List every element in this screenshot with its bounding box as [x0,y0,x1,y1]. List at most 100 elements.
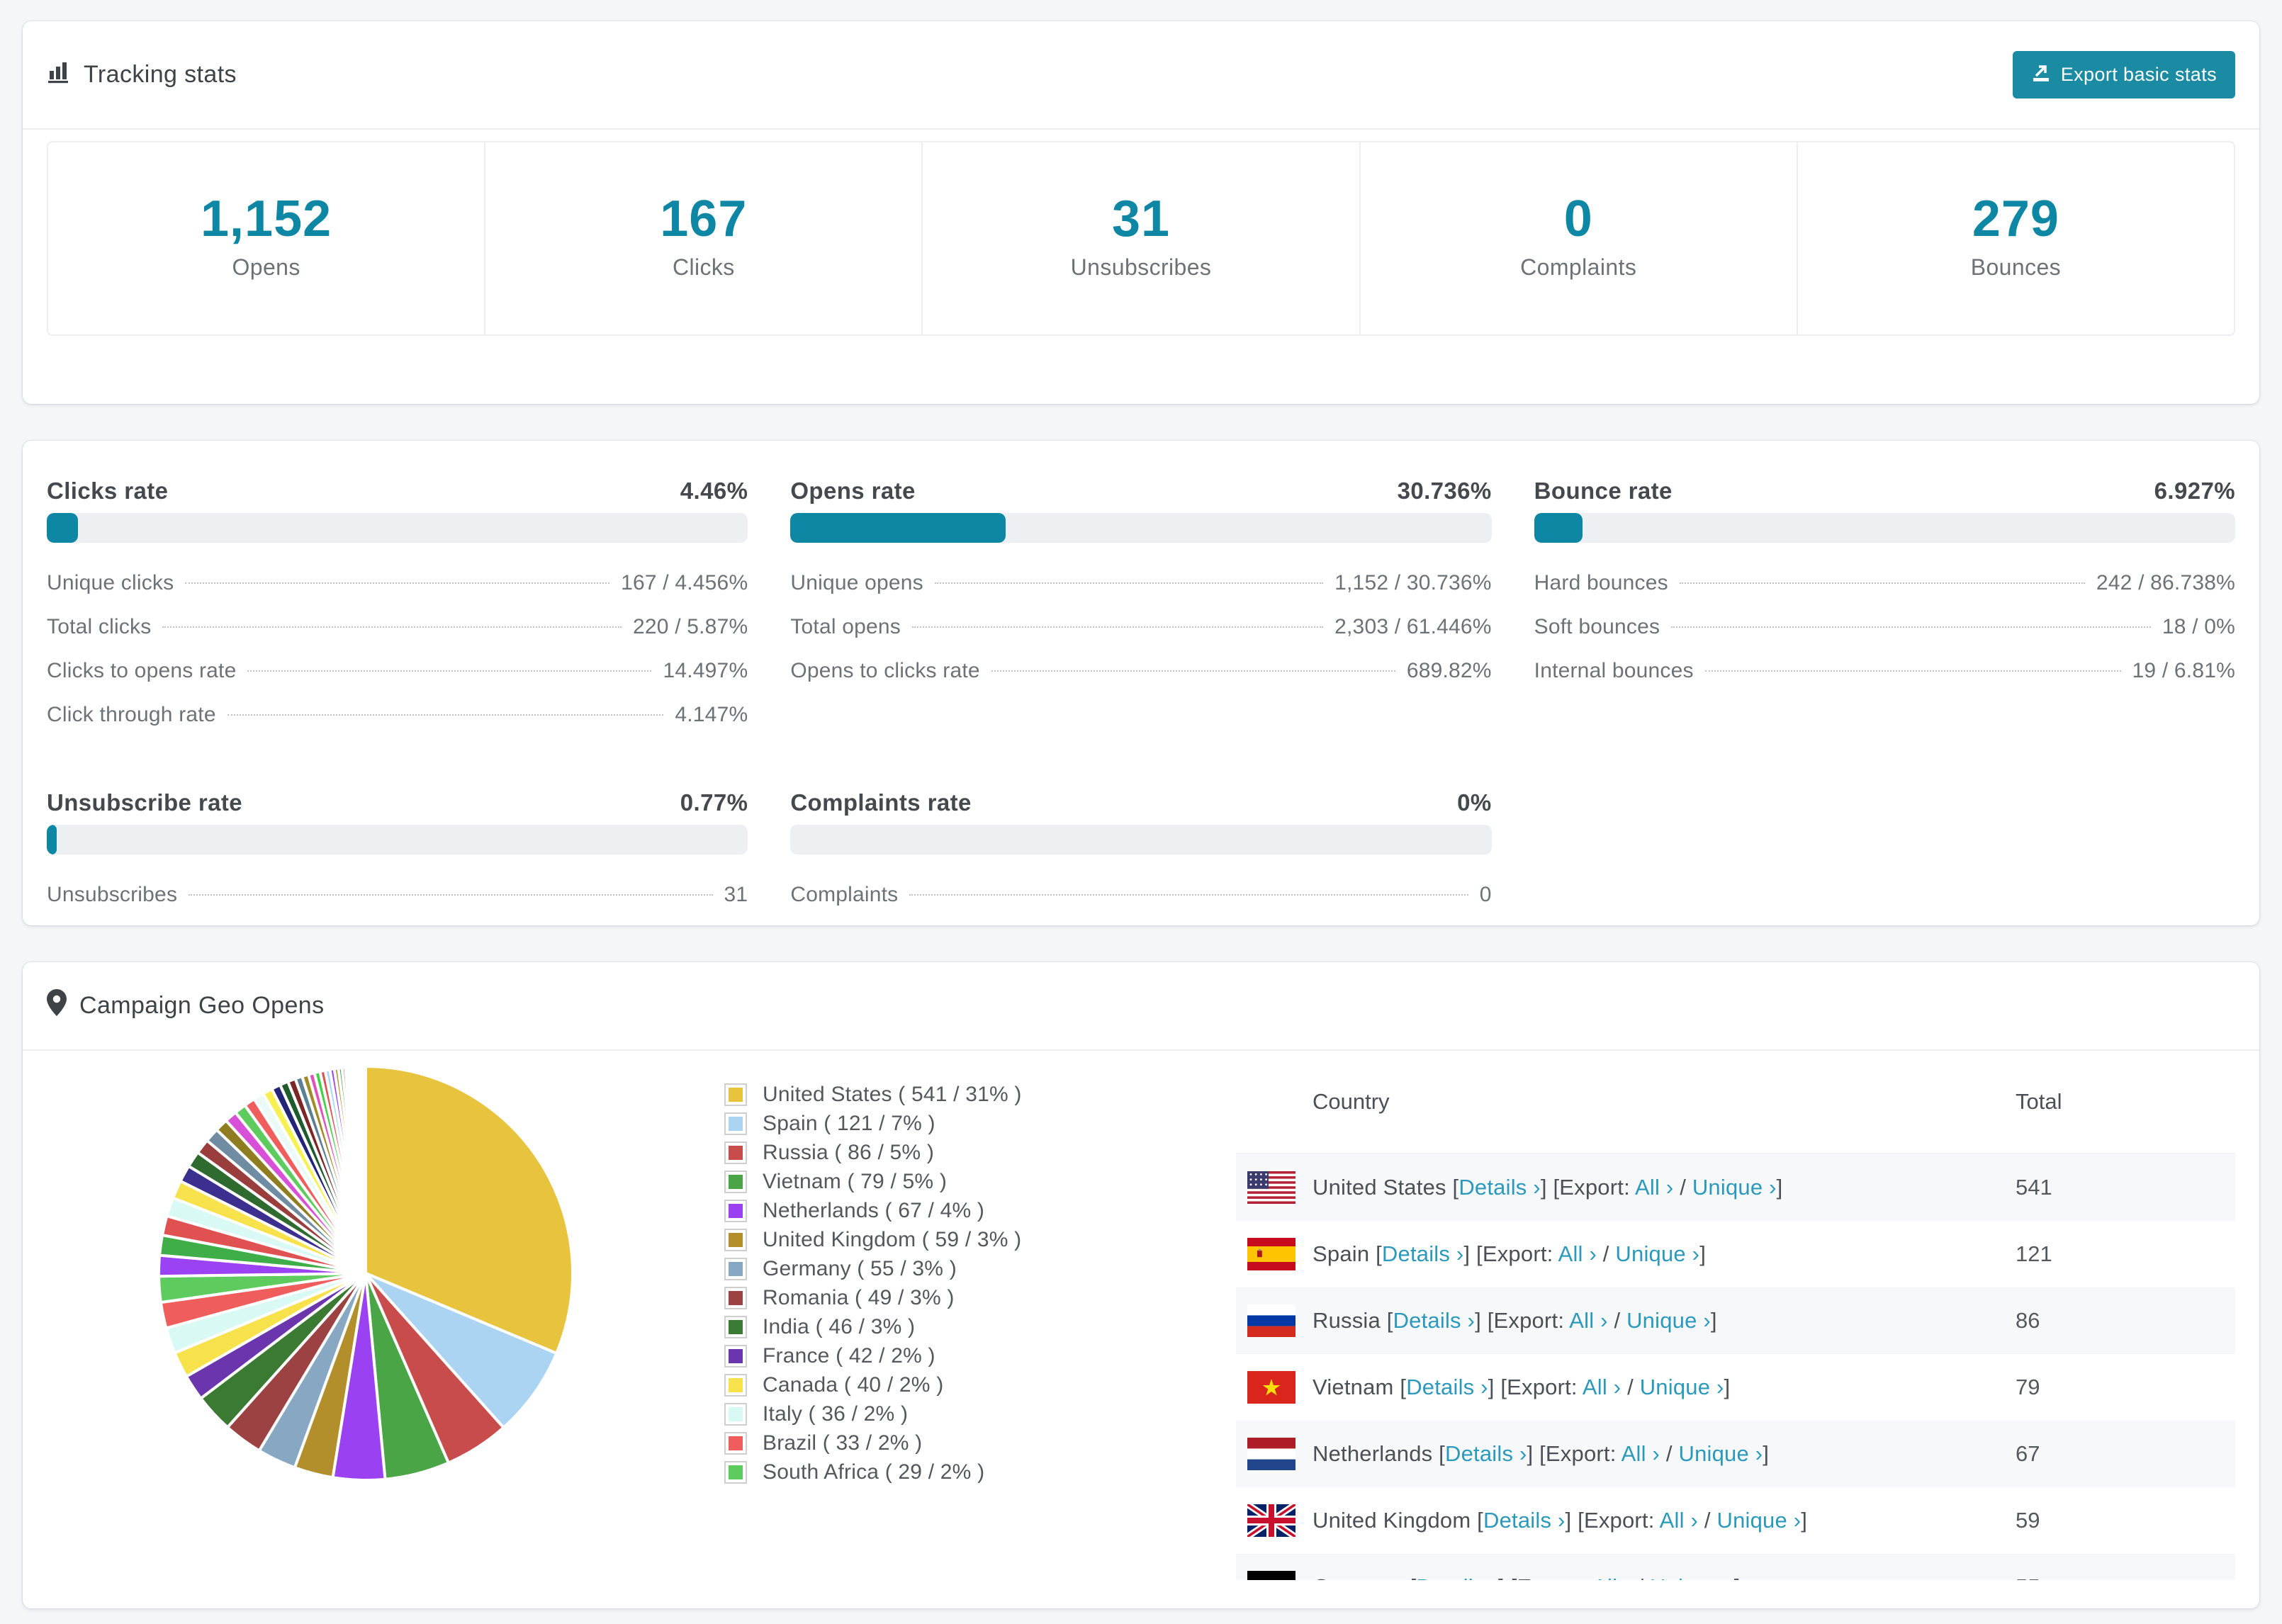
rate-rows: Unique clicks 167 / 4.456% Total clicks 220… [47,561,748,737]
flag-vn-icon [1247,1371,1295,1404]
rate-head: Clicks rate 4.46% [47,478,748,504]
export-unique-link[interactable]: Unique › [1692,1175,1777,1200]
export-all-link[interactable]: All › [1569,1308,1607,1333]
details-link[interactable]: Details › [1445,1441,1527,1466]
slash-separator: / [1631,1574,1651,1599]
rate-head: Bounce rate 6.927% [1534,478,2235,504]
dotted-leader [247,670,652,672]
export-basic-stats-button[interactable]: Export basic stats [2012,51,2235,98]
details-link[interactable]: Details › [1417,1574,1499,1599]
rate-row-value: 0 [1479,883,1492,906]
rate-row-label: Unsubscribes [47,883,178,906]
legend-swatch [724,1229,747,1251]
stats-row: 1,152 Opens 167 Clicks 31 Unsubscribes 0 Compla… [47,141,2235,336]
details-link[interactable]: Details › [1382,1241,1464,1266]
export-all-link[interactable]: All › [1635,1175,1673,1200]
rate-title: Complaints rate [790,789,972,816]
rate-title: Clicks rate [47,478,169,504]
legend-swatch [724,1432,747,1455]
rate-row: Clicks to opens rate 14.497% [47,649,748,693]
rate-row: Complaints 0 [790,873,1491,917]
stat-label: Complaints [1520,254,1637,280]
country-cell: Germany [Details ›] [Export: All › / Uni… [1313,1574,2016,1600]
legend-label: South Africa ( 29 / 2% ) [763,1460,985,1484]
rate-value: 30.736% [1397,478,1492,504]
total-cell: 86 [2016,1308,2040,1333]
legend-item: Germany ( 55 / 3% ) [724,1258,1236,1280]
export-label: ] [Export: [1565,1508,1660,1533]
rate-value: 0.77% [680,789,748,816]
stat-value: 31 [1111,191,1171,247]
table-row: Germany [Details ›] [Export: All › / Uni… [1236,1554,2235,1608]
details-link[interactable]: Details › [1393,1308,1476,1333]
rate-title: Unsubscribe rate [47,789,242,816]
rate-rows: Unsubscribes 31 [47,873,748,917]
export-all-link[interactable]: All › [1592,1574,1631,1599]
column-header-total: Total [2016,1089,2062,1114]
export-unique-link[interactable]: Unique › [1717,1508,1802,1533]
bar-chart-icon [47,60,71,90]
rate-progress-fill [790,513,1006,543]
rate-row: Unique opens 1,152 / 30.736% [790,561,1491,605]
rate-row-value: 4.147% [675,703,748,726]
export-all-link[interactable]: All › [1558,1241,1597,1266]
legend-item: South Africa ( 29 / 2% ) [724,1461,1236,1484]
rate-row: Unique clicks 167 / 4.456% [47,561,748,605]
details-link[interactable]: Details › [1406,1375,1488,1399]
export-unique-link[interactable]: Unique › [1650,1574,1734,1599]
stats-wrap: 1,152 Opens 167 Clicks 31 Unsubscribes 0 Compla… [23,130,2259,404]
dotted-leader [189,894,713,896]
flag-ru-icon [1247,1304,1295,1337]
legend-label: Canada ( 40 / 2% ) [763,1373,944,1397]
export-all-link[interactable]: All › [1621,1441,1660,1466]
rate-rows: Complaints 0 [790,873,1491,917]
geo-header: Campaign Geo Opens [23,962,2259,1051]
rate-progress-bar [790,513,1492,543]
legend-swatch [724,1345,747,1368]
rate-row-value: 242 / 86.738% [2096,571,2235,594]
map-pin-icon [47,989,67,1022]
rates-card: Clicks rate 4.46% Unique clicks 167 / 4.456… [23,441,2259,925]
rate-progress-bar [790,825,1492,855]
page: Tracking stats Export basic stats 1,152 O… [0,0,2282,1624]
flag-ru-icon [1247,1304,1295,1337]
slash-separator: / [1673,1175,1692,1200]
export-button-label: Export basic stats [2060,64,2217,85]
tracking-stats-card: Tracking stats Export basic stats 1,152 O… [23,21,2259,404]
rate-title: Opens rate [790,478,916,504]
legend-label: Germany ( 55 / 3% ) [763,1257,957,1280]
flag-nl-icon [1247,1438,1295,1470]
rate-block: Clicks rate 4.46% Unique clicks 167 / 4.456… [47,465,748,737]
export-all-link[interactable]: All › [1660,1508,1698,1533]
total-cell: 541 [2016,1175,2052,1200]
table-row: Vietnam [Details ›] [Export: All › / Uni… [1236,1354,2235,1421]
legend-item: Vietnam ( 79 / 5% ) [724,1171,1236,1193]
rate-value: 0% [1457,789,1492,816]
export-all-link[interactable]: All › [1583,1375,1621,1399]
rate-progress-fill [1534,513,1583,543]
legend-swatch-color [729,1262,743,1276]
flag-gb-icon [1247,1504,1295,1537]
rate-row-label: Total opens [790,615,901,638]
details-link[interactable]: Details › [1458,1175,1541,1200]
bracket-close: ] [1733,1574,1741,1599]
stat-value: 0 [1563,191,1593,247]
export-unique-link[interactable]: Unique › [1615,1241,1699,1266]
bracket-close: ] [1724,1375,1731,1399]
export-label: ] [Export: [1488,1375,1583,1399]
legend-swatch-color [729,1088,743,1102]
export-unique-link[interactable]: Unique › [1678,1441,1763,1466]
bracket-close: ] [1710,1308,1717,1333]
legend-swatch [724,1403,747,1426]
stat-box: 31 Unsubscribes [923,142,1361,334]
country-name: United States [ [1313,1175,1459,1200]
rate-head: Unsubscribe rate 0.77% [47,789,748,816]
rate-head: Complaints rate 0% [790,789,1491,816]
legend-item: Spain ( 121 / 7% ) [724,1112,1236,1135]
details-link[interactable]: Details › [1483,1508,1566,1533]
export-unique-link[interactable]: Unique › [1626,1308,1711,1333]
export-unique-link[interactable]: Unique › [1640,1375,1724,1399]
rate-row-label: Clicks to opens rate [47,659,237,682]
tracking-stats-title-text: Tracking stats [84,61,237,88]
export-label: ] [Export: [1475,1308,1570,1333]
